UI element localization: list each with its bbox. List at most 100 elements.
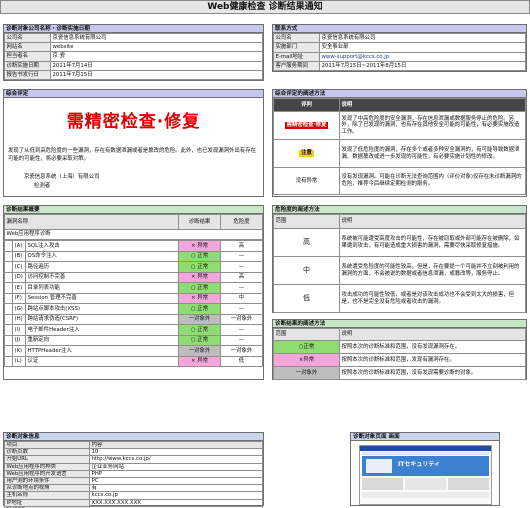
item-name: 跨站点脚本攻击(XSS) xyxy=(25,303,179,315)
site-thumbnail: ITセキュリティ xyxy=(359,445,492,505)
table-row: 高 系统被可能遭受高度攻击的可能性，存在被窃取或外部可能存在被删除，如果遭到攻击… xyxy=(273,228,526,257)
target-detail-section: 诊断对象信息 项目 内容 诊断页数 10 开始URL http://www.kccs.… xyxy=(3,432,264,508)
item-result: ○ 正常 xyxy=(178,303,221,315)
item-id: (C) xyxy=(12,261,26,273)
info-value: 2011年7月15日 xyxy=(50,69,263,81)
table-row: 主机名称 kccs.co.jp xyxy=(4,491,263,500)
evaluation-method-section: 综合评定的阐述方法 评判 说明 需精密检查·修复 发现了中高危险度的安全漏洞，存… xyxy=(272,89,527,197)
item-risk: — xyxy=(220,324,263,336)
item-name: 电子邮件Header注入 xyxy=(25,324,179,336)
row-spacer xyxy=(4,261,13,273)
eval-badge: 注意 xyxy=(299,150,314,157)
contact-value: 京瓷信息系统有限公司 xyxy=(319,32,526,44)
table-row: E-mail地址 www-support@kccs.co.jp xyxy=(273,51,526,62)
item-id: (B) xyxy=(12,250,26,262)
item-result: ○ 正常 xyxy=(178,324,221,336)
thumb-block xyxy=(448,478,489,490)
eval-badge: 没有异常 xyxy=(295,177,318,184)
result-desc: 按照本次的诊断标准和范围，没有发现漏洞存在。 xyxy=(339,340,526,354)
target-detail-table: 项目 内容 诊断页数 10 开始URL http://www.kccs.co.jp/W… xyxy=(4,440,263,508)
info-label: 报告书发行日 xyxy=(4,69,51,81)
eval-level: 没有异常 xyxy=(273,167,340,195)
screenshot-header: 诊断对象页面 画面 xyxy=(351,433,499,441)
eval-level: 注意 xyxy=(273,139,340,168)
row-spacer xyxy=(4,292,13,304)
col-desc-header: 说明 xyxy=(339,98,526,112)
risk-level: 低 xyxy=(273,284,340,313)
thumb-content-row xyxy=(362,478,489,490)
info-label: 担当者名 xyxy=(4,51,51,62)
table-row: ×异常 按照本次的诊断标准和范围，发现有漏洞存在。 xyxy=(273,353,526,367)
thumb-banner-text: ITセキュリティ xyxy=(398,461,440,468)
result-desc: 按照本次的诊断标准和范围，没有发现需要诊断的对象。 xyxy=(339,366,526,380)
table-row: 实施部门 安全事业部 xyxy=(273,42,526,53)
item-risk: 高 xyxy=(220,240,263,252)
item-result: × 异常 xyxy=(178,271,221,283)
table-row: Web应用程序的种类 企业业务网站 xyxy=(4,462,263,471)
item-name: OS命令注入 xyxy=(25,250,179,262)
contact-label: 实施部门 xyxy=(273,42,320,53)
detail-url[interactable]: http://www.kccs.co.jp/ xyxy=(89,455,263,464)
item-risk: 一对象外 xyxy=(220,313,263,325)
item-risk: — xyxy=(220,303,263,315)
table-row: 诊断页数 10 xyxy=(4,448,263,457)
risk-desc: 攻击成功的可能性较低，或者是对该攻击成功也不会受到太大的损害，但是，也不是完全没… xyxy=(339,284,526,313)
row-spacer xyxy=(4,282,13,294)
info-label: 网站名 xyxy=(4,42,51,53)
overall-text: 发现了从低到高危险度的一些漏洞，存在有数据泄漏或者是篡改的危险。此外，也已发现漏… xyxy=(8,148,256,162)
row-spacer xyxy=(4,313,13,325)
table-header-row: 范围 说明 xyxy=(273,214,526,229)
evaluation-table: 评判 说明 需精密检查·修复 发现了中高危险度的安全漏洞，存在信息泄漏或数据服务… xyxy=(273,98,526,195)
thumb-banner: ITセキュリティ xyxy=(362,456,489,476)
risk-method-header: 危险度的阐述方法 xyxy=(273,206,526,214)
results-items: (A) SQL注入攻击 × 异常高 (B) OS命令注入 ○ 正常 — (C) 路径遍历 ○ 正常… xyxy=(4,240,263,367)
row-spacer xyxy=(4,334,13,346)
row-spacer xyxy=(4,324,13,336)
table-row: (J) 重新定向 ○ 正常 — xyxy=(4,334,263,346)
item-id: (F) xyxy=(12,292,26,304)
col-risk-header: 危险度 xyxy=(220,214,263,230)
table-row: (H) 跨站请求伪造(CSRF) 一对象外 一对象外 xyxy=(4,313,263,325)
table-row: 注意 发现了低危险度的漏洞，存在多个或者多种安全漏洞的，有可能导致数据泄漏、数据… xyxy=(273,139,526,168)
item-name: 跨站请求伪造(CSRF) xyxy=(25,313,179,325)
table-row: (E) 目录列表功能 ○ 正常 — xyxy=(4,282,263,294)
risk-level: 高 xyxy=(273,228,340,257)
result-method-header: 诊断结果的阐述方法 xyxy=(273,320,526,328)
detail-label: 从诊断地点的视角 xyxy=(4,484,90,493)
item-result: 一对象外 xyxy=(178,345,221,357)
target-detail-header: 诊断对象信息 xyxy=(4,433,263,441)
item-name: 认证 xyxy=(25,355,179,367)
thumb-banner-image xyxy=(366,459,392,473)
thumb-nav-bar xyxy=(360,446,491,451)
result-method-table: 范围 说明 ○正常 按照本次的诊断标准和范围，没有发现漏洞存在。 ×异常 按照本… xyxy=(273,328,526,380)
item-name: SQL注入攻击 xyxy=(25,240,179,252)
item-risk: — xyxy=(220,334,263,346)
results-section: 诊断结果概要 漏洞名称 诊断结果 危险度 Web应用程序诊断 (A) SQL注入攻… xyxy=(3,205,264,380)
results-header: 诊断结果概要 xyxy=(4,206,263,214)
risk-level: 中 xyxy=(273,256,340,285)
overall-company: 京瓷信息系统（上海）有限公司 xyxy=(24,174,100,180)
eval-badge: 需精密检查·修复 xyxy=(284,122,329,129)
row-spacer xyxy=(4,303,13,315)
contact-email[interactable]: www-support@kccs.co.jp xyxy=(319,51,526,62)
risk-desc: 系统被可能遭受高度攻击的可能性，存在被窃取或外部可能存在被删除，如果遭到攻击，有… xyxy=(339,228,526,257)
item-name: Session 管理不完善 xyxy=(25,292,179,304)
table-row: (B) OS命令注入 ○ 正常 — xyxy=(4,250,263,262)
col-desc-header: 说明 xyxy=(339,328,526,341)
overall-person: 检测者 xyxy=(34,183,51,190)
col-item-header: 项目 xyxy=(4,440,90,450)
contact-label: 公司名 xyxy=(273,32,320,44)
contact-label: E-mail地址 xyxy=(273,51,320,62)
contact-section: 联系方式 公司名 京瓷信息系统有限公司 实施部门 安全事业部 E-mail地址 www… xyxy=(272,24,527,72)
table-row: (G) 跨站点脚本攻击(XSS) ○ 正常 — xyxy=(4,303,263,315)
info-value: website xyxy=(50,42,263,53)
table-row: 公司名 京瓷信息系统有限公司 xyxy=(4,32,263,44)
detail-label: 主机名称 xyxy=(4,491,90,500)
item-result: ○ 正常 xyxy=(178,334,221,346)
item-name: 目录列表功能 xyxy=(25,282,179,294)
table-row: 客户服务期间 2011年7月15日~2011年8月15日 xyxy=(273,60,526,72)
table-row: 担当者名京 瓷 xyxy=(4,51,263,62)
table-row: (D) 访问控制不完善 × 异常高 xyxy=(4,271,263,283)
table-row: 一对象外 按照本次的诊断标准和范围，没有发现需要诊断的对象。 xyxy=(273,366,526,380)
item-risk: 中 xyxy=(220,292,263,304)
